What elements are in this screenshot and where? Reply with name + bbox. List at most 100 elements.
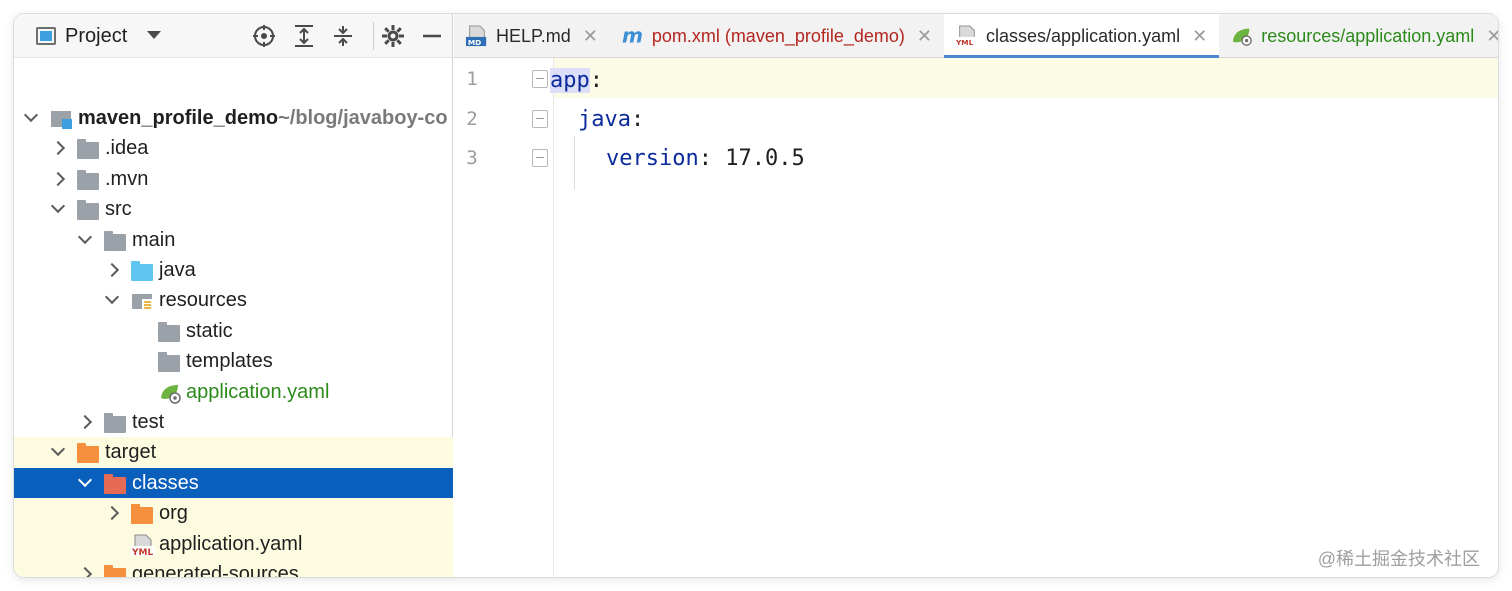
yaml-colon: : [698, 146, 712, 171]
locate-icon[interactable] [252, 24, 276, 48]
indent-guide [574, 136, 575, 190]
folder-icon [131, 504, 153, 525]
tree-item-label: main [132, 228, 176, 251]
editor-tab[interactable]: MD HELP.md ✕ [454, 14, 610, 58]
editor-tab[interactable]: m pom.xml (maven_profile_demo) ✕ [610, 14, 944, 58]
editor-tab-label: resources/application.yaml [1261, 25, 1475, 46]
svg-text:m: m [622, 24, 643, 47]
ide-window: Project maven_profile_demo~/blog/javaboy… [14, 14, 1498, 577]
close-icon[interactable]: ✕ [917, 26, 932, 47]
tree-item-label: src [105, 198, 132, 221]
editor-gutter: 1 2 3 [454, 58, 575, 577]
yaml-colon: : [630, 107, 645, 132]
watermark: @稀土掘金技术社区 [1317, 549, 1480, 569]
chevron-right-icon[interactable] [77, 566, 93, 577]
tree-item-label: application.yaml [186, 380, 330, 403]
tree-item-label: static [186, 319, 233, 342]
tree-item[interactable]: target [14, 437, 453, 468]
line-number[interactable]: 2 [454, 108, 490, 130]
tree-item[interactable]: src [14, 194, 453, 224]
chevron-down-icon[interactable] [23, 107, 39, 123]
tree-item[interactable]: static [14, 316, 453, 346]
editor-tab[interactable]: YML classes/application.yaml ✕ [944, 14, 1220, 59]
tree-item-label: resources [159, 289, 247, 312]
folder-icon [77, 169, 99, 190]
chevron-down-icon[interactable] [147, 31, 161, 39]
spring-config-icon [161, 384, 181, 404]
close-icon[interactable]: ✕ [1486, 26, 1498, 47]
line-number[interactable]: 3 [454, 147, 490, 169]
close-icon[interactable]: ✕ [1192, 26, 1207, 47]
folder-icon [77, 443, 99, 464]
chevron-right-icon[interactable] [104, 506, 120, 521]
collapse-all-icon[interactable] [331, 24, 355, 48]
folder-icon [131, 261, 153, 281]
fold-marker-icon[interactable] [532, 70, 548, 88]
yaml-value: 17.0.5 [711, 146, 805, 171]
tree-item[interactable]: resources [14, 285, 453, 315]
folder-icon [158, 352, 180, 373]
chevron-right-icon[interactable] [104, 262, 120, 278]
minimize-icon[interactable] [420, 24, 444, 48]
chevron-right-icon[interactable] [77, 414, 93, 430]
module-folder-icon [51, 111, 72, 129]
gear-icon[interactable] [381, 24, 405, 48]
chevron-down-icon[interactable] [50, 199, 66, 214]
tree-item-label: classes [132, 471, 199, 494]
tree-item[interactable]: YML application.yaml [14, 528, 453, 559]
fold-marker-icon[interactable] [532, 110, 548, 128]
folder-icon [104, 413, 126, 433]
current-line-highlight [454, 58, 1498, 98]
folder-icon [158, 321, 180, 342]
chevron-down-icon[interactable] [77, 229, 93, 244]
fold-end-marker-icon[interactable] [532, 149, 548, 167]
tree-item[interactable]: maven_profile_demo~/blog/javaboy-co [14, 103, 453, 133]
expand-all-icon[interactable] [292, 24, 316, 48]
tree-item[interactable]: main [14, 225, 453, 255]
code-line-2[interactable]: java: [578, 107, 644, 132]
project-panel-header: Project [14, 14, 452, 58]
svg-text:MD: MD [468, 38, 481, 47]
editor-tab[interactable]: resources/application.yaml ✕ [1219, 14, 1498, 58]
tree-item[interactable]: classes [14, 467, 453, 499]
tree-item[interactable]: org [14, 498, 453, 529]
spring-icon [1233, 28, 1253, 46]
yaml-key: java [578, 107, 631, 132]
chevron-down-icon[interactable] [50, 442, 66, 457]
code-line-3[interactable]: version: 17.0.5 [606, 146, 805, 171]
code-line-1[interactable]: app: [550, 68, 603, 93]
tree-item-path: ~/blog/javaboy-co [278, 107, 448, 129]
folder-icon [77, 139, 99, 160]
tree-item-label: templates [186, 350, 273, 373]
editor-tab-label: pom.xml (maven_profile_demo) [651, 25, 905, 46]
yml-file-icon: YML [956, 25, 979, 47]
project-panel: Project maven_profile_demo~/blog/javaboy… [14, 14, 453, 577]
tree-item[interactable]: java [14, 255, 453, 285]
tree-item[interactable]: application.yaml [14, 377, 453, 407]
folder-icon [104, 473, 126, 494]
tree-item[interactable]: generated-sources [14, 559, 453, 577]
project-panel-title[interactable]: Project [65, 25, 127, 48]
tree-item-label: .mvn [105, 167, 149, 190]
tree-item[interactable]: .idea [14, 133, 453, 163]
tree-item[interactable]: templates [14, 346, 453, 376]
toolbar-separator [373, 22, 374, 50]
svg-text:YML: YML [131, 548, 153, 556]
tree-item-label: application.yaml [159, 532, 303, 555]
yaml-key: app [550, 68, 590, 93]
editor-tab-label: HELP.md [496, 25, 571, 46]
project-view-icon[interactable] [36, 27, 56, 45]
chevron-right-icon[interactable] [50, 141, 66, 156]
chevron-right-icon[interactable] [50, 171, 66, 186]
editor-area: MD HELP.md ✕ m pom.xml (maven_profile_demo) ✕… [454, 14, 1498, 577]
editor-tabs: MD HELP.md ✕ m pom.xml (maven_profile_demo) ✕… [454, 14, 1498, 59]
tree-item-label: maven_profile_demo~/blog/javaboy-co [78, 107, 448, 129]
tree-item[interactable]: test [14, 407, 453, 437]
folder-icon [77, 200, 99, 221]
tree-item[interactable]: .mvn [14, 164, 453, 194]
chevron-down-icon[interactable] [77, 472, 93, 487]
line-number[interactable]: 1 [454, 68, 490, 90]
chevron-down-icon[interactable] [104, 290, 120, 305]
maven-icon: m [622, 24, 643, 47]
close-icon[interactable]: ✕ [583, 26, 598, 47]
